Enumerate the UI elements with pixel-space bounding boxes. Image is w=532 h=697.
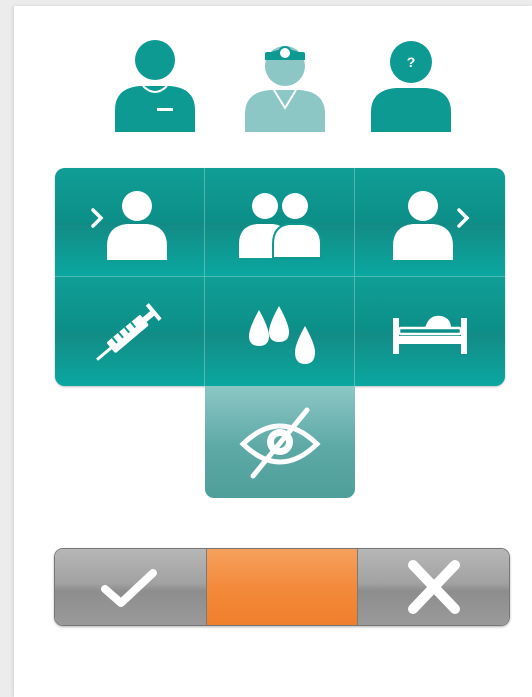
unknown-badge: ? — [407, 54, 416, 70]
syringe-icon — [95, 302, 162, 361]
role-nurse-button[interactable] — [110, 38, 200, 134]
bed-icon — [393, 315, 467, 354]
neutral-button[interactable] — [205, 549, 359, 625]
role-doctor-button[interactable] — [240, 38, 330, 134]
discharge-patient-icon — [393, 191, 470, 260]
eye-off-icon — [239, 407, 321, 479]
cancel-button[interactable] — [358, 549, 509, 625]
unknown-person-icon: ? — [371, 41, 451, 132]
group-button[interactable] — [205, 168, 355, 277]
action-bar — [54, 548, 510, 626]
role-unknown-button[interactable]: ? — [366, 38, 456, 134]
checkmark-icon — [101, 569, 158, 607]
action-grid — [55, 168, 505, 386]
admit-patient-button[interactable] — [55, 168, 205, 277]
fluids-button[interactable] — [205, 277, 355, 386]
hide-button[interactable] — [205, 386, 355, 498]
confirm-button[interactable] — [55, 549, 206, 625]
bed-button[interactable] — [355, 277, 505, 386]
x-icon — [407, 560, 460, 614]
doctor-icon — [245, 46, 325, 132]
group-icon — [238, 193, 322, 259]
discharge-patient-button[interactable] — [355, 168, 505, 277]
medication-button[interactable] — [55, 277, 205, 386]
nurse-icon — [115, 40, 195, 132]
admit-patient-icon — [90, 191, 167, 260]
fluids-icon — [248, 305, 315, 364]
